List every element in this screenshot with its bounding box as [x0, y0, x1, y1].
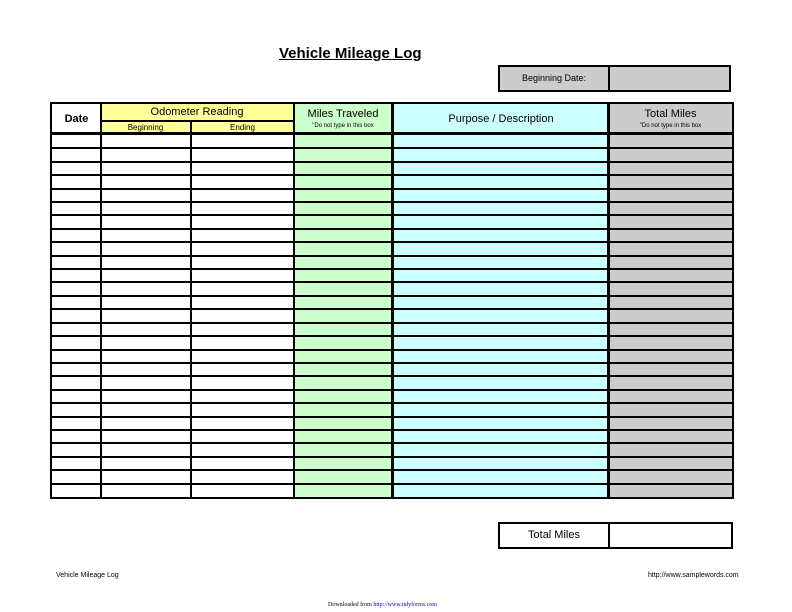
table-row[interactable] — [52, 148, 732, 161]
row-divider — [52, 174, 732, 177]
table-row[interactable] — [52, 269, 732, 282]
total-miles-note: "Do not type in this box — [639, 123, 702, 129]
odometer-beginning-label: Beginning — [127, 123, 164, 132]
total-miles-header-label: Total Miles — [644, 108, 697, 120]
table-row[interactable] — [52, 242, 732, 255]
row-divider — [52, 455, 732, 458]
total-miles-summary-box: Total Miles — [498, 522, 733, 549]
beginning-date-label: Beginning Date: — [500, 67, 610, 90]
row-divider — [52, 160, 732, 163]
row-divider — [52, 241, 732, 244]
table-row[interactable] — [52, 175, 732, 188]
date-header-label: Date — [64, 113, 89, 125]
download-prefix: Downloaded from — [328, 602, 372, 608]
row-divider — [52, 469, 732, 472]
miles-traveled-header: Miles Traveled "Do not type in this box — [293, 104, 393, 135]
page-title: Vehicle Mileage Log — [279, 45, 422, 62]
row-divider — [52, 388, 732, 391]
table-row[interactable] — [52, 215, 732, 228]
table-row[interactable] — [52, 336, 732, 349]
odometer-header-label: Odometer Reading — [150, 106, 244, 118]
row-divider — [52, 308, 732, 311]
beginning-date-field[interactable] — [610, 67, 729, 90]
total-miles-summary-field — [610, 524, 731, 547]
row-divider — [52, 335, 732, 338]
table-row[interactable] — [52, 229, 732, 242]
table-row[interactable] — [52, 323, 732, 336]
table-row[interactable] — [52, 162, 732, 175]
row-divider — [52, 147, 732, 150]
table-row[interactable] — [52, 430, 732, 443]
table-row[interactable] — [52, 189, 732, 202]
row-divider — [52, 227, 732, 230]
row-divider — [52, 254, 732, 257]
row-divider — [52, 375, 732, 378]
total-miles-summary-label: Total Miles — [500, 524, 610, 547]
table-row[interactable] — [52, 457, 732, 470]
table-row[interactable] — [52, 417, 732, 430]
table-row[interactable] — [52, 256, 732, 269]
table-row[interactable] — [52, 135, 732, 148]
row-divider — [52, 294, 732, 297]
row-divider — [52, 281, 732, 284]
download-link[interactable]: http://www.tidyforms.com — [373, 602, 437, 608]
table-row[interactable] — [52, 390, 732, 403]
table-row[interactable] — [52, 484, 732, 497]
miles-traveled-header-label: Miles Traveled — [307, 108, 379, 120]
footer-download-note: Downloaded from http://www.tidyforms.com — [328, 602, 437, 608]
table-row[interactable] — [52, 363, 732, 376]
miles-traveled-note: "Do not type in this box — [312, 123, 374, 129]
total-miles-header: Total Miles "Do not type in this box — [609, 104, 732, 135]
table-row[interactable] — [52, 376, 732, 389]
row-divider — [52, 321, 732, 324]
odometer-ending-label: Ending — [230, 123, 255, 132]
footer-website: http://www.samplewords.com — [648, 572, 739, 579]
row-divider — [52, 268, 732, 271]
row-divider — [52, 187, 732, 190]
footer-document-name: Vehicle Mileage Log — [56, 572, 119, 579]
mileage-log-table: Date Odometer Reading Beginning Ending M… — [50, 102, 734, 499]
table-row[interactable] — [52, 282, 732, 295]
table-row[interactable] — [52, 350, 732, 363]
row-divider — [52, 201, 732, 204]
table-row[interactable] — [52, 202, 732, 215]
row-divider — [52, 428, 732, 431]
table-row[interactable] — [52, 309, 732, 322]
table-row[interactable] — [52, 470, 732, 483]
odometer-divider — [101, 120, 293, 122]
odometer-header: Odometer Reading Beginning Ending — [101, 104, 293, 135]
row-divider — [52, 442, 732, 445]
purpose-header-label: Purpose / Description — [448, 113, 554, 125]
beginning-date-box: Beginning Date: — [498, 65, 731, 92]
row-divider — [52, 415, 732, 418]
purpose-header: Purpose / Description — [393, 104, 609, 135]
table-row[interactable] — [52, 403, 732, 416]
row-divider — [52, 214, 732, 217]
row-divider — [52, 361, 732, 364]
row-divider — [52, 402, 732, 405]
row-divider — [52, 482, 732, 485]
table-row[interactable] — [52, 296, 732, 309]
row-divider — [52, 348, 732, 351]
table-row[interactable] — [52, 443, 732, 456]
date-header: Date — [52, 104, 101, 135]
